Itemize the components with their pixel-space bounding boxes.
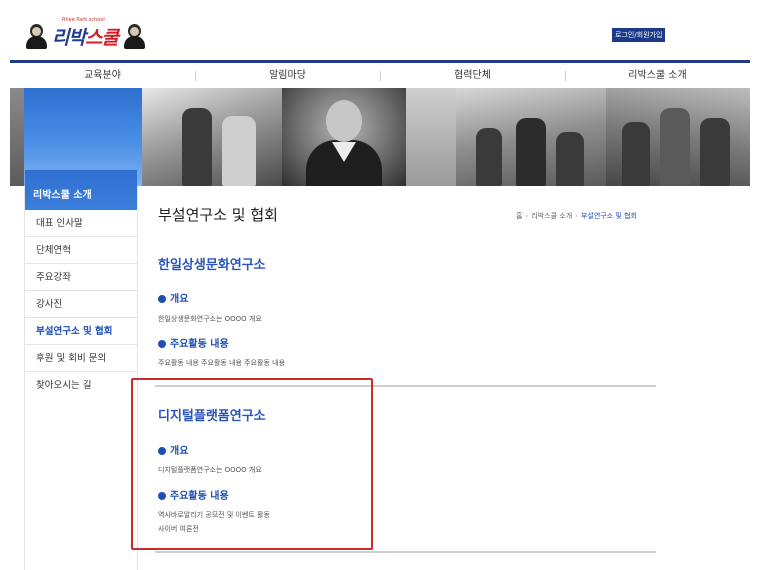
site-header: Rhee Park school 리박스쿨 로그인/회원가입 [0,0,774,58]
login-signup-button[interactable]: 로그인/회원가입 [612,28,666,42]
banner-photo-1 [10,88,24,186]
breadcrumb-about[interactable]: 리박스쿨 소개 [531,212,572,220]
logo-text-accent: 스쿨 [84,26,119,49]
main-nav: 교육분야 알림마당 협력단체 리박스쿨 소개 [10,60,750,88]
logo-portrait-right [122,23,146,49]
sidebar-item-donation[interactable]: 후원 및 회비 문의 [25,345,137,372]
logo-wordmark: Rhee Park school 리박스쿨 [52,17,119,50]
nav-item-education[interactable]: 교육분야 [10,63,195,88]
page-title: 부설연구소 및 협회 [158,206,278,224]
sidebar-item-instructors[interactable]: 강사진 [25,291,137,318]
banner-photo-2 [142,88,282,186]
bullet-dot-icon [158,295,166,303]
breadcrumb-home[interactable]: 홈 [516,212,522,220]
section-1-activities-text: 주요활동 내용 주요활동 내용 주요활동 내용 [158,359,286,367]
section-divider [155,551,656,553]
banner-photo-5 [456,88,606,186]
section-title-1: 한일상생문화연구소 [158,258,266,273]
logo-portrait-left [24,23,48,49]
banner-photo-4 [406,88,456,186]
sidebar-item-directions[interactable]: 찾아오시는 길 [25,372,137,399]
section-1-activities-heading: 주요활동 내용 [158,335,229,350]
logo-tagline: Rhee Park school [62,16,105,23]
breadcrumb-current: 부설연구소 및 협회 [580,212,637,220]
sidebar: 리박스쿨 소개 대표 인사말 단체연혁 주요강좌 강사진 부설연구소 및 협회 … [24,170,138,570]
sidebar-item-institutes[interactable]: 부설연구소 및 협회 [25,318,137,345]
highlight-box [131,378,373,550]
nav-item-notices[interactable]: 알림마당 [195,63,380,88]
banner-photo-6 [606,88,750,186]
section-1-overview-text: 한일상생문화연구소는 OOOO 개요 [158,315,262,323]
breadcrumb: 홈 › 리박스쿨 소개 › 부설연구소 및 협회 [516,212,637,220]
sidebar-item-history[interactable]: 단체연혁 [25,237,137,264]
bullet-dot-icon [158,340,166,348]
nav-item-partners[interactable]: 협력단체 [380,63,565,88]
sidebar-title: 리박스쿨 소개 [25,170,137,210]
nav-item-about[interactable]: 리박스쿨 소개 [565,63,750,88]
site-logo[interactable]: Rhee Park school 리박스쿨 [24,17,146,50]
logo-text-main: 리박 [52,26,86,49]
sidebar-item-courses[interactable]: 주요강좌 [25,264,137,291]
section-1-overview-heading: 개요 [158,290,188,305]
sidebar-item-greeting[interactable]: 대표 인사말 [25,210,137,237]
